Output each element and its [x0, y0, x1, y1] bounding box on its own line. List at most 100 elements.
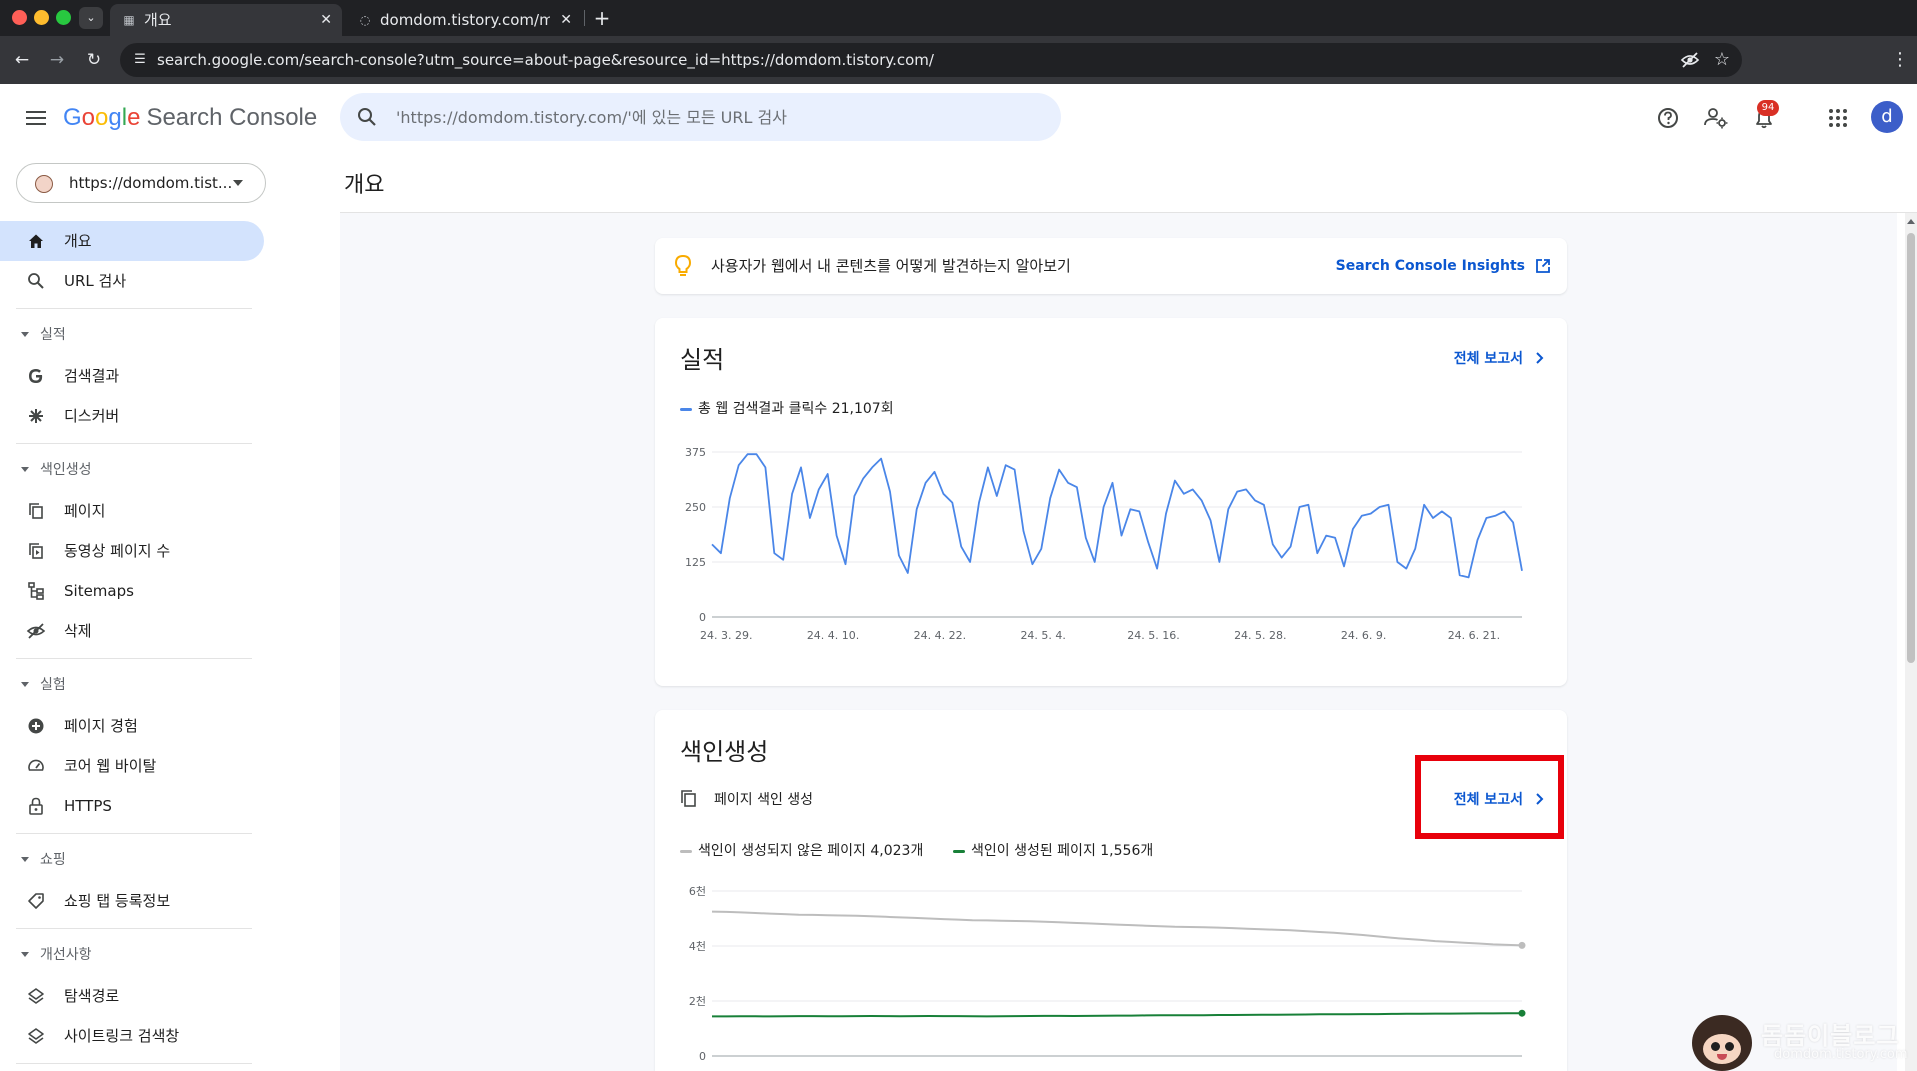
sidebar-item-url-inspection[interactable]: URL 검사: [0, 261, 264, 301]
sidebar-item-shopping-tab-listings[interactable]: 쇼핑 탭 등록정보: [0, 881, 264, 921]
sidebar-section-shopping[interactable]: 쇼핑: [0, 845, 264, 875]
back-arrow-icon[interactable]: ←: [10, 48, 34, 72]
property-name: https://domdom.tist...: [69, 174, 233, 192]
property-selector[interactable]: https://domdom.tist...: [16, 163, 266, 203]
search-icon: [28, 273, 44, 289]
sidebar-item-pages[interactable]: 페이지: [0, 491, 264, 531]
sidebar-item-label: 코어 웹 바이탈: [64, 757, 157, 775]
sidebar-section-title: 실적: [40, 327, 66, 343]
forward-arrow-icon[interactable]: →: [45, 48, 69, 72]
plus-circle-icon: [28, 718, 44, 734]
eye-off-icon[interactable]: [1680, 50, 1700, 70]
loading-favicon-icon: ◌: [359, 13, 371, 27]
reload-icon[interactable]: ↻: [82, 48, 106, 72]
watermark-subtitle: domdom.tistory.com: [1774, 1047, 1908, 1062]
scroll-up-arrow-icon[interactable]: [1907, 219, 1915, 224]
sidebar-item-label: HTTPS: [64, 797, 112, 815]
sidebar-section-title: 색인생성: [40, 462, 92, 478]
logo-letter: o: [95, 104, 109, 131]
window-minimize-button[interactable]: [34, 10, 49, 25]
sidebar-item-video-pages[interactable]: 동영상 페이지 수: [0, 531, 264, 571]
sidebar-item-label: 디스커버: [64, 407, 120, 425]
sidebar-item-sitemaps[interactable]: Sitemaps: [0, 571, 264, 611]
layers-icon: [28, 988, 44, 1004]
window-maximize-button[interactable]: [56, 10, 71, 25]
layers-icon: [28, 1028, 44, 1044]
google-g-icon: [29, 369, 43, 383]
y-tick-label: 250: [685, 501, 706, 514]
bookmark-star-icon[interactable]: ☆: [1714, 48, 1730, 72]
sidebar-item-label: 동영상 페이지 수: [64, 542, 171, 560]
hamburger-menu-icon[interactable]: [22, 104, 50, 132]
help-icon[interactable]: [1654, 104, 1682, 132]
window-close-button[interactable]: [12, 10, 27, 25]
sidebar-item-breadcrumbs[interactable]: 탐색경로: [0, 976, 264, 1016]
sidebar-item-search-results[interactable]: 검색결과: [0, 356, 264, 396]
sidebar-section-indexing[interactable]: 색인생성: [0, 455, 264, 485]
sidebar-divider: [16, 308, 252, 309]
x-tick-label: 24. 6. 21.: [1448, 629, 1500, 642]
performance-chart[interactable]: 0 125 250 375 24. 3. 29. 24. 4. 10. 24. 4. 22.…: [655, 318, 1567, 686]
sidebar-item-label: URL 검사: [64, 272, 127, 290]
x-tick-label: 24. 5. 4.: [1020, 629, 1065, 642]
y-tick-label: 0: [699, 1050, 706, 1063]
caret-down-icon: [21, 467, 29, 472]
logo-letter: e: [127, 104, 141, 131]
caret-down-icon: [21, 857, 29, 862]
x-tick-label: 24. 3. 29.: [700, 629, 752, 642]
caret-down-icon: [233, 180, 243, 186]
tab-title: domdom.tistory.com/m: [380, 11, 550, 29]
browser-tab-inactive[interactable]: ◌ domdom.tistory.com/m ✕: [346, 4, 582, 36]
y-tick-label: 375: [685, 446, 706, 459]
sidebar-item-https[interactable]: HTTPS: [0, 786, 264, 826]
sitemap-icon: [28, 582, 44, 600]
browser-tab-active[interactable]: ▦ 개요 ✕: [110, 4, 342, 36]
home-icon: [29, 234, 43, 248]
x-tick-label: 24. 4. 10.: [807, 629, 859, 642]
address-bar-url[interactable]: search.google.com/search-console?utm_sou…: [157, 43, 934, 77]
browser-tab-bar: ⌄ ▦ 개요 ✕ ◌ domdom.tistory.com/m ✕ +: [0, 0, 1917, 36]
sidebar-item-core-web-vitals[interactable]: 코어 웹 바이탈: [0, 746, 264, 786]
tab-close-icon[interactable]: ✕: [560, 4, 572, 36]
sidebar-divider: [16, 658, 252, 659]
sidebar-divider: [16, 443, 252, 444]
video-pages-icon: [29, 543, 43, 559]
browser-menu-icon[interactable]: ⋮: [1891, 48, 1909, 72]
sidebar-section-performance[interactable]: 실적: [0, 320, 264, 350]
address-bar[interactable]: ☰ search.google.com/search-console?utm_s…: [120, 43, 1742, 77]
y-tick-label: 125: [685, 556, 706, 569]
blog-watermark: 돔돔이블로그 domdom.tistory.com: [1692, 1012, 1917, 1071]
sidebar-section-title: 실험: [40, 677, 66, 693]
sidebar-item-discover[interactable]: 디스커버: [0, 396, 264, 436]
url-inspection-search[interactable]: [340, 93, 1061, 141]
open-in-new-icon[interactable]: [1535, 258, 1551, 274]
sidebar-item-page-experience[interactable]: 페이지 경험: [0, 706, 264, 746]
sidebar-section-enhancements[interactable]: 개선사항: [0, 940, 264, 970]
search-console-insights-link[interactable]: Search Console Insights: [1336, 238, 1525, 294]
series-end-point: [1518, 941, 1526, 949]
insights-text: 사용자가 웹에서 내 콘텐츠를 어떻게 발견하는지 알아보기: [711, 257, 1071, 275]
tab-search-dropdown[interactable]: ⌄: [79, 7, 103, 29]
caret-down-icon: [21, 682, 29, 687]
sidebar-item-removals[interactable]: 삭제: [0, 611, 264, 651]
full-report-highlight-box: [1415, 755, 1564, 839]
url-inspection-input[interactable]: [396, 93, 1036, 141]
sidebar-item-overview[interactable]: 개요: [0, 221, 264, 261]
x-tick-label: 24. 5. 28.: [1234, 629, 1286, 642]
scrollbar-thumb[interactable]: [1907, 233, 1915, 663]
google-search-console-logo[interactable]: Google Search Console: [63, 101, 317, 135]
sidebar-section-experience[interactable]: 실험: [0, 670, 264, 700]
gauge-icon: [28, 759, 44, 771]
tab-close-icon[interactable]: ✕: [320, 4, 332, 36]
account-avatar[interactable]: d: [1871, 101, 1903, 133]
apps-grid-icon[interactable]: [1824, 104, 1852, 132]
sidebar-item-label: Sitemaps: [64, 582, 134, 600]
search-icon: [358, 108, 376, 126]
user-settings-icon[interactable]: [1702, 104, 1730, 132]
y-tick-label: 0: [699, 611, 706, 624]
sidebar-section-title: 쇼핑: [40, 852, 66, 868]
new-tab-button[interactable]: +: [590, 4, 614, 32]
sidebar-item-sitelinks-searchbox[interactable]: 사이트링크 검색창: [0, 1016, 264, 1056]
site-settings-icon[interactable]: ☰: [130, 50, 150, 70]
watermark-title: 돔돔이블로그: [1761, 1022, 1900, 1050]
